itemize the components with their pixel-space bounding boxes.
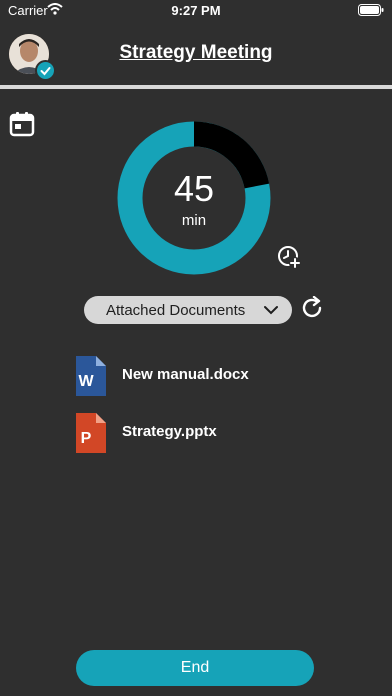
file-badge: W bbox=[78, 373, 94, 390]
page-title[interactable]: Strategy Meeting bbox=[0, 42, 392, 64]
header-divider bbox=[0, 85, 392, 89]
battery-icon bbox=[358, 4, 384, 16]
document-name: Strategy.pptx bbox=[122, 423, 217, 440]
file-badge: P bbox=[81, 430, 92, 447]
clock: 9:27 PM bbox=[171, 3, 221, 18]
powerpoint-file-icon: P bbox=[76, 413, 106, 453]
word-file-icon: W bbox=[76, 356, 106, 396]
timer-unit: min bbox=[181, 212, 207, 229]
document-name: New manual.docx bbox=[122, 366, 249, 383]
add-time-icon[interactable] bbox=[276, 244, 302, 270]
attached-documents-dropdown[interactable]: Attached Documents bbox=[84, 296, 292, 324]
chevron-down-icon bbox=[264, 306, 278, 315]
timer-value: 45 bbox=[173, 168, 215, 209]
document-item[interactable]: W New manual.docx bbox=[72, 356, 372, 396]
checkmark-icon bbox=[40, 67, 51, 76]
document-item[interactable]: P Strategy.pptx bbox=[72, 413, 372, 453]
calendar-icon[interactable] bbox=[8, 110, 36, 138]
refresh-icon[interactable] bbox=[302, 296, 324, 320]
status-bar: Carrier 9:27 PM bbox=[0, 0, 392, 20]
dropdown-label: Attached Documents bbox=[106, 302, 246, 319]
end-button[interactable]: End bbox=[76, 650, 314, 686]
header: Strategy Meeting bbox=[0, 28, 392, 84]
